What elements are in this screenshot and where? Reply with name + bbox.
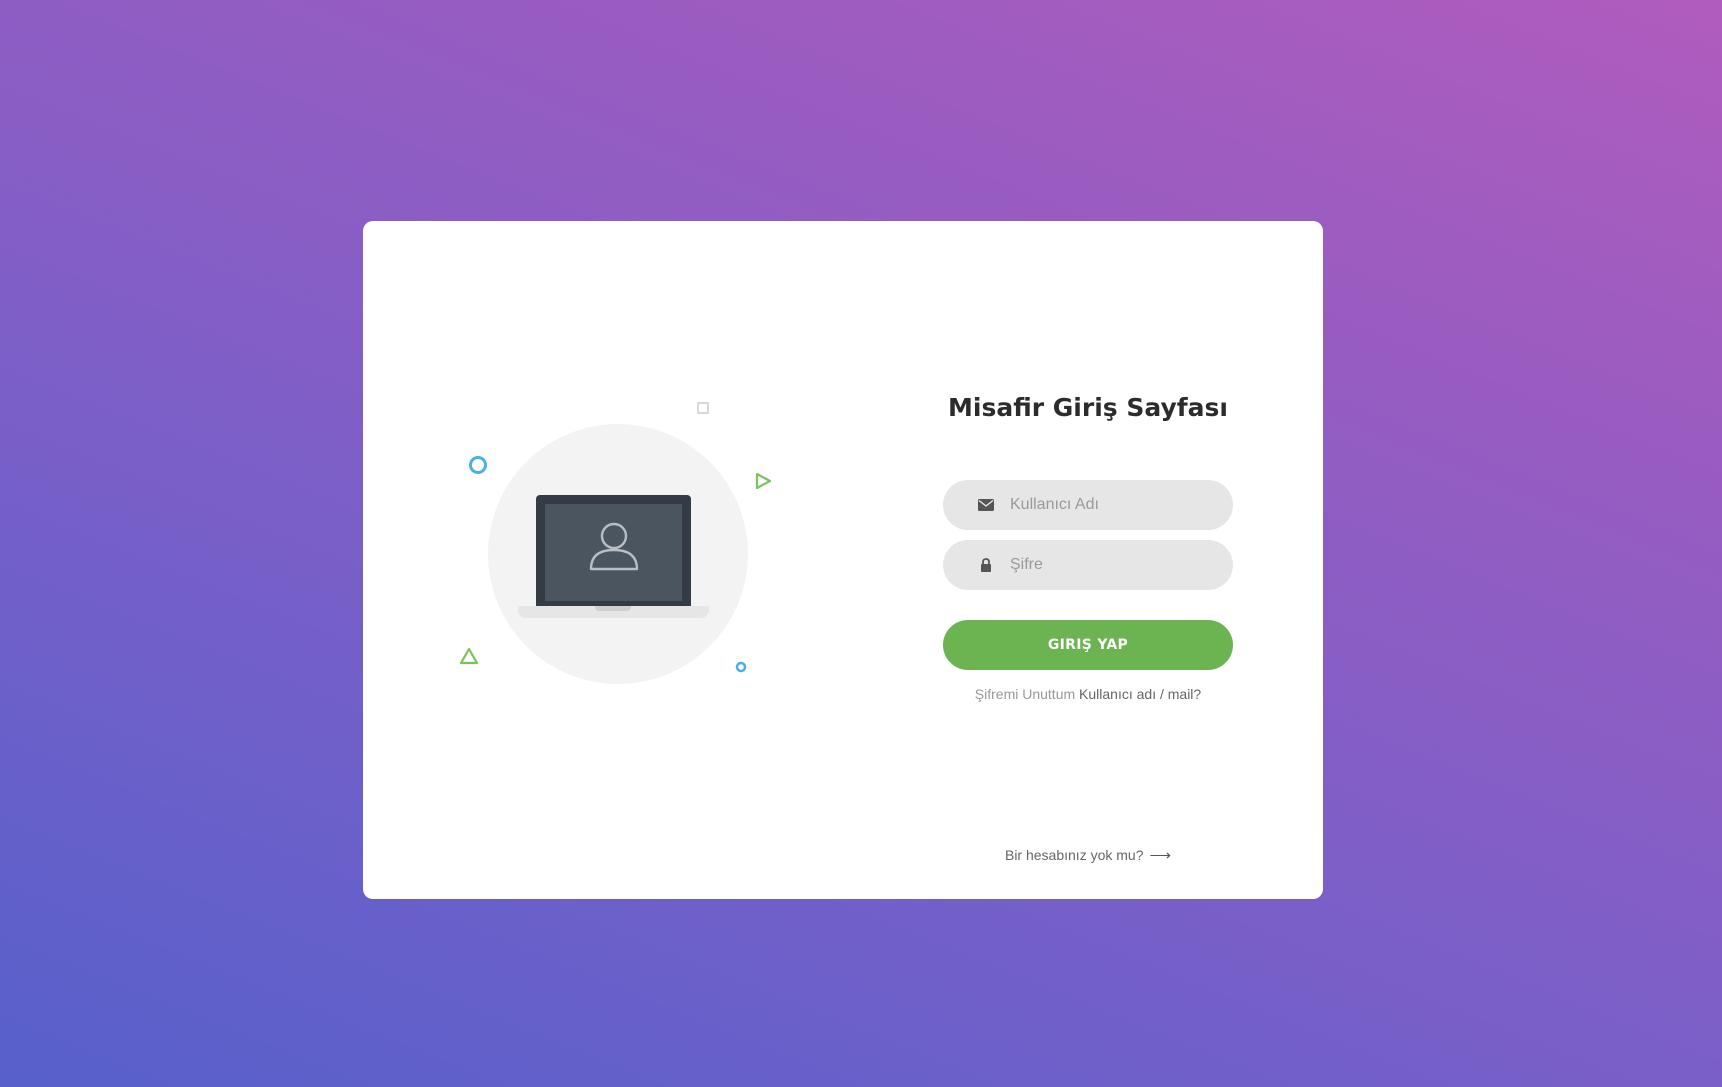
signup-label: Bir hesabınız yok mu? (1004, 847, 1144, 863)
forgot-credentials-link[interactable]: Kullanıcı adı / mail? (1079, 686, 1201, 702)
password-field[interactable] (943, 540, 1233, 590)
arrow-right-icon: ⟶ (1149, 847, 1172, 864)
green-triangle-decoration (459, 647, 479, 665)
lock-icon (976, 558, 996, 572)
green-play-triangle-decoration (755, 472, 772, 490)
password-input[interactable] (1008, 555, 1212, 575)
login-button[interactable]: GIRIŞ YAP (943, 620, 1233, 670)
page-title: Misafir Giriş Sayfası (948, 393, 1228, 422)
forgot-password-text: Şifremi Unuttum (974, 686, 1076, 702)
envelope-icon (976, 499, 996, 511)
forgot-password-line: Şifremi Unuttum Kullanıcı adı / mail? (903, 686, 1273, 702)
login-illustration (363, 221, 863, 899)
username-field[interactable] (943, 480, 1233, 530)
laptop-icon (536, 495, 691, 607)
blue-dot-decoration (735, 661, 747, 673)
square-decoration (697, 402, 709, 414)
user-icon (589, 522, 639, 571)
login-card: Misafir Giriş Sayfası GIRIŞ YAP Şifremi (363, 221, 1323, 899)
login-form: Misafir Giriş Sayfası GIRIŞ YAP Şifremi (903, 221, 1273, 899)
signup-link[interactable]: Bir hesabınız yok mu? ⟶ (903, 846, 1273, 864)
laptop-notch (595, 606, 631, 611)
blue-ring-decoration (469, 456, 487, 474)
username-input[interactable] (1008, 495, 1212, 515)
